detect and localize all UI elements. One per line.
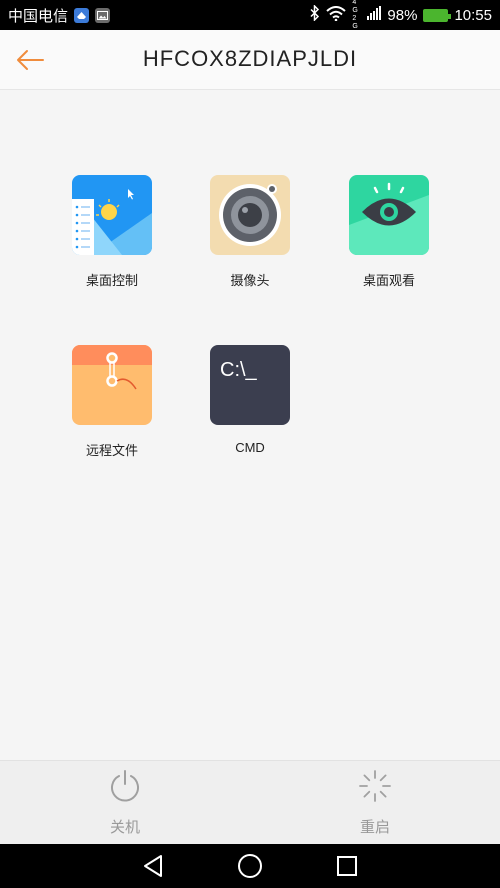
power-icon <box>111 770 139 802</box>
status-bar: 中国电信 4G 2G 98% 10:55 <box>0 0 500 30</box>
restart-label: 重启 <box>359 819 390 836</box>
bottom-action-bar: 关机 重启 <box>0 760 500 844</box>
grid-item-cmd[interactable]: C:\_ CMD <box>190 345 310 455</box>
signal-strength-icon <box>367 6 382 24</box>
folder-icon <box>72 345 152 425</box>
shutdown-label: 关机 <box>109 819 140 836</box>
page-title: HFCOX8ZDIAPJLDI <box>142 46 358 71</box>
grid-item-label: CMD <box>235 440 265 455</box>
grid-item-camera[interactable]: 摄像头 <box>190 175 310 289</box>
navigation-bar <box>0 844 500 888</box>
carrier-name: 中国电信 <box>8 7 69 25</box>
network-type-label: 4G 2G <box>352 0 358 30</box>
camera-icon <box>210 175 290 255</box>
grid-item-remote-files[interactable]: 远程文件 <box>52 345 172 459</box>
terminal-icon: C:\_ <box>210 345 290 425</box>
grid-item-desktop-view[interactable]: 桌面观看 <box>329 175 449 289</box>
battery-icon <box>423 8 452 22</box>
image-notification-icon <box>95 7 111 23</box>
notification-app-icon <box>74 7 90 23</box>
grid-item-desktop-control[interactable]: 桌面控制 <box>52 175 172 289</box>
clock: 10:55 <box>454 6 492 24</box>
restart-button[interactable]: 重启 <box>325 769 425 837</box>
triangle-back-icon <box>144 855 162 877</box>
nav-home-button[interactable] <box>230 851 270 881</box>
terminal-prompt: C:\_ <box>220 359 257 381</box>
wifi-icon <box>326 5 347 25</box>
nav-recents-button[interactable] <box>327 851 367 881</box>
grid-item-label: 远程文件 <box>85 443 138 458</box>
grid-item-label: 桌面控制 <box>85 273 138 288</box>
bluetooth-icon <box>310 4 320 25</box>
loading-spinner-icon <box>359 770 391 802</box>
circle-home-icon <box>238 854 262 878</box>
grid-item-label: 摄像头 <box>230 273 270 288</box>
shutdown-button[interactable]: 关机 <box>75 769 175 837</box>
battery-percent: 98% <box>387 6 418 24</box>
square-recents-icon <box>337 856 357 876</box>
desktop-control-icon <box>72 175 152 255</box>
eye-icon <box>349 175 429 255</box>
nav-back-button[interactable] <box>133 851 173 881</box>
status-right: 4G 2G 98% 10:55 <box>310 0 492 31</box>
app-header: HFCOX8ZDIAPJLDI <box>0 30 500 90</box>
grid-item-label: 桌面观看 <box>362 273 415 288</box>
status-left: 中国电信 <box>8 5 111 26</box>
